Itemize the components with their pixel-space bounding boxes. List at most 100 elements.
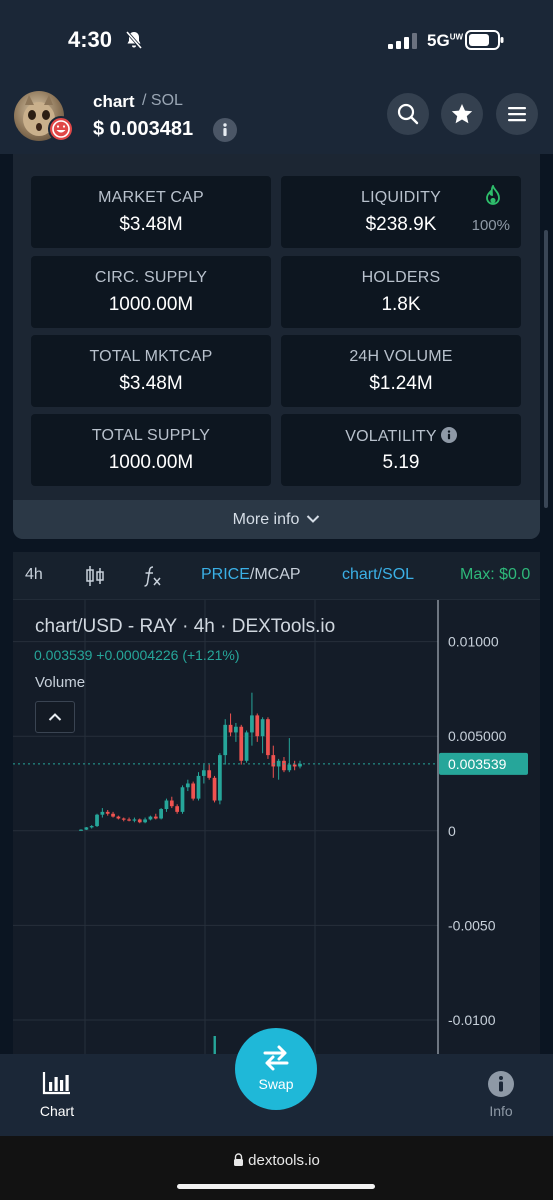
menu-button[interactable] — [496, 93, 538, 135]
chevron-down-icon — [307, 515, 320, 523]
candle-body — [121, 818, 126, 820]
price-chart-panel[interactable]: 4h PRICE/MCAP chart/SOL Max: $0.0 0.0100… — [13, 552, 540, 1054]
candle-body — [169, 800, 174, 807]
token-stats-card: MARKET CAP $3.48M LIQUIDITY $238.9K 100%… — [13, 154, 540, 539]
flame-icon — [486, 185, 500, 205]
y-tick-label: 0.005000 — [448, 728, 507, 744]
candle-body — [266, 719, 270, 756]
candle-body — [282, 760, 286, 771]
candle-body — [180, 787, 185, 812]
swap-button[interactable]: Swap — [235, 1028, 317, 1110]
battery-icon — [465, 30, 504, 50]
candle-body — [255, 715, 260, 737]
candle-body — [148, 816, 153, 820]
candle-body — [287, 764, 292, 771]
candle-body — [223, 724, 228, 756]
browser-address-bar: dextools.io — [0, 1136, 553, 1200]
network-type: 5GUW — [427, 31, 464, 50]
volume-legend: Volume — [35, 674, 86, 691]
candle-body — [89, 826, 94, 828]
home-indicator[interactable] — [177, 1184, 375, 1189]
y-tick-label: 0.01000 — [448, 634, 499, 650]
max-price-label: Max: $0.0 — [460, 566, 531, 583]
search-icon — [397, 103, 419, 125]
page-scrollbar[interactable] — [544, 230, 548, 508]
candle-body — [79, 829, 83, 831]
bell-slash-icon — [125, 30, 143, 50]
last-price-label: 0.003539 — [448, 756, 507, 772]
favorite-button[interactable] — [441, 93, 483, 135]
token-pair: / SOL — [142, 92, 183, 109]
candle-body — [132, 819, 137, 821]
candle-body — [105, 811, 110, 814]
url-field[interactable]: dextools.io — [0, 1152, 553, 1169]
chart-legend-ohlc: 0.003539 +0.00004226 (+1.21%) — [34, 647, 240, 663]
emoji-badge-icon — [48, 116, 74, 142]
stat-24h-volume: 24H VOLUME $1.24M — [281, 335, 521, 407]
candle-body — [201, 770, 206, 776]
candle-body — [271, 755, 276, 767]
chevron-up-icon — [48, 713, 62, 721]
nav-chart-tab[interactable]: Chart — [30, 1070, 84, 1120]
stat-liquidity: LIQUIDITY $238.9K 100% — [281, 176, 521, 248]
token-price: $ 0.003481 — [93, 118, 194, 140]
y-tick-label: 0 — [448, 823, 456, 839]
candle-body — [260, 719, 265, 737]
candle-body — [111, 813, 115, 817]
status-bar: 4:30 5GUW — [0, 0, 553, 78]
swap-arrows-icon — [263, 1045, 289, 1071]
candle-body — [212, 777, 217, 801]
liquidity-locked-percent: 100% — [471, 217, 510, 234]
candle-body — [196, 775, 201, 799]
token-header: chart / SOL $ 0.003481 — [0, 78, 553, 154]
stat-total-supply: TOTAL SUPPLY 1000.00M — [31, 414, 271, 486]
candle-body — [185, 783, 190, 788]
candle-body — [95, 814, 99, 827]
interval-selector[interactable]: 4h — [25, 566, 43, 584]
candle-body — [175, 806, 180, 812]
candle-body — [218, 755, 222, 801]
info-icon — [488, 1071, 514, 1097]
nav-info-tab[interactable]: Info — [474, 1070, 528, 1120]
candle-body — [234, 726, 238, 733]
star-icon — [451, 104, 473, 124]
candle-body — [239, 726, 244, 761]
candle-body — [143, 819, 147, 823]
stat-holders: HOLDERS 1.8K — [281, 256, 521, 328]
token-name[interactable]: chart — [93, 92, 135, 112]
candle-body — [250, 715, 254, 733]
stat-circ-supply: CIRC. SUPPLY 1000.00M — [31, 256, 271, 328]
bar-chart-icon — [42, 1072, 70, 1095]
candle-body — [207, 770, 212, 778]
volume-bar — [213, 1036, 216, 1054]
status-time: 4:30 — [68, 27, 113, 52]
collapse-legend-button[interactable] — [35, 701, 75, 733]
cellular-signal-icon — [388, 33, 417, 49]
stat-market-cap: MARKET CAP $3.48M — [31, 176, 271, 248]
price-info-icon[interactable] — [213, 118, 237, 142]
indicators-fx-icon[interactable] — [141, 564, 163, 588]
candle-body — [159, 809, 163, 819]
candle-body — [228, 724, 233, 733]
y-tick-label: -0.0050 — [448, 917, 496, 933]
more-info-button[interactable]: More info — [13, 500, 540, 539]
candle-body — [127, 819, 131, 821]
chart-toolbar: 4h PRICE/MCAP chart/SOL Max: $0.0 — [13, 552, 540, 600]
candle-body — [292, 764, 297, 767]
price-mcap-toggle[interactable]: PRICE/MCAP — [201, 566, 301, 584]
stat-total-mktcap: TOTAL MKTCAP $3.48M — [31, 335, 271, 407]
search-button[interactable] — [387, 93, 429, 135]
candle-body — [84, 827, 89, 830]
candle-body — [153, 816, 158, 819]
candle-body — [244, 732, 249, 761]
chart-legend-title: chart/USD - RAY · 4h · DEXTools.io — [35, 616, 336, 637]
candle-body — [100, 811, 105, 815]
candlestick-type-icon[interactable] — [85, 564, 105, 588]
hamburger-menu-icon — [508, 107, 526, 122]
pair-selector[interactable]: chart/SOL — [342, 566, 414, 584]
lock-icon — [234, 1153, 244, 1166]
volatility-info-icon[interactable] — [440, 427, 457, 443]
candlestick-chart[interactable]: 0.01000 0.005000 0 -0.0050 -0.0100 0.003539 — [13, 600, 540, 1054]
y-tick-label: -0.0100 — [448, 1012, 496, 1028]
candle-body — [116, 816, 121, 819]
